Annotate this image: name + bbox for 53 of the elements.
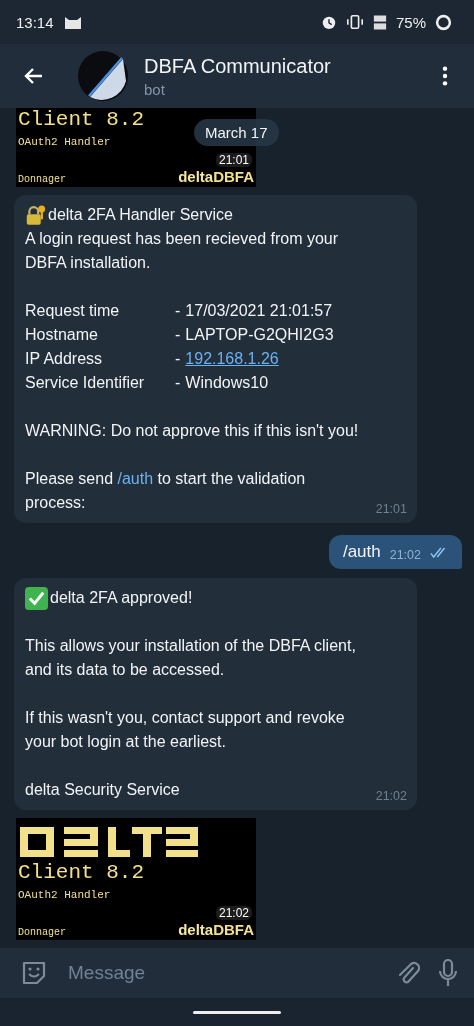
field-value: LAPTOP-G2QHI2G3 [185,325,334,345]
battery-level: 75% [395,13,426,31]
battery-ring-icon [435,13,452,31]
client-version: Client 8.2 [18,861,146,885]
composer-bar[interactable]: Message [0,948,474,998]
field-label: Request time [25,301,121,321]
vibrate-icon [345,14,364,30]
field-label: Hostname [25,325,99,345]
lock-key-icon [25,204,46,226]
author-name: Donnager [18,927,66,938]
message-title: delta 2FA approved! [50,588,193,608]
alarm-icon [320,14,337,30]
message-input[interactable]: Message [66,961,378,985]
chat-subtitle: bot [144,80,166,98]
field-label: IP Address [25,349,104,369]
message-time: 21:02 [389,548,421,562]
message-text: /auth [342,542,381,562]
field-value: 17/03/2021 21:01:57 [185,301,333,321]
home-indicator[interactable] [193,1010,281,1014]
author-name: Donnager [18,174,66,185]
brand-name: deltaDBFA [178,168,254,185]
check-mark-icon [25,586,48,610]
field-dash: - [175,373,181,393]
clock-time: 13:14 [16,13,54,31]
message-text: If this wasn't you, contact support and revoke your bot login at the earliest. [25,708,346,752]
ip-address-link[interactable]: 192.168.1.26 [185,347,279,371]
message-text: A login request has been recieved from your DBFA installation. [25,229,340,273]
message-title: delta 2FA Handler Service [48,205,233,225]
message-text: Please send /auth to start the validation process: [25,469,307,513]
avatar[interactable] [78,51,128,101]
field-dash: - [175,301,181,321]
message-time: 21:01 [375,501,407,517]
more-options-icon[interactable] [442,65,448,87]
client-version: Client 8.2 [18,108,146,132]
brand-name: deltaDBFA [178,921,254,938]
sticker-icon[interactable] [20,959,48,987]
image-message[interactable]: Client 8.2 OAuth2 Handler Donnager deltaDBFA 21:02 [16,818,256,940]
handler-label: OAuth2 Handler [18,889,112,901]
field-dash: - [175,325,181,345]
message-text: delta Security Service [25,780,180,800]
field-value: Windows10 [185,373,269,393]
field-label: Service Identifier [25,373,146,393]
chat-title: DBFA Communicator [144,54,332,78]
date-chip: March 17 [194,119,279,146]
message-time: 21:02 [215,906,252,920]
message-text: This allows your installation of the DBFA client, and its data to be accessed. [25,636,357,680]
microphone-icon[interactable] [438,958,458,988]
warning-text: WARNING: Do not approve this if this isn't you! [25,421,359,441]
command-link[interactable]: /auth [117,470,154,487]
handler-label: OAuth2 Handler [18,136,112,148]
message-time: 21:01 [215,153,252,167]
message-time: 21:02 [375,788,407,804]
field-dash: - [175,349,181,369]
